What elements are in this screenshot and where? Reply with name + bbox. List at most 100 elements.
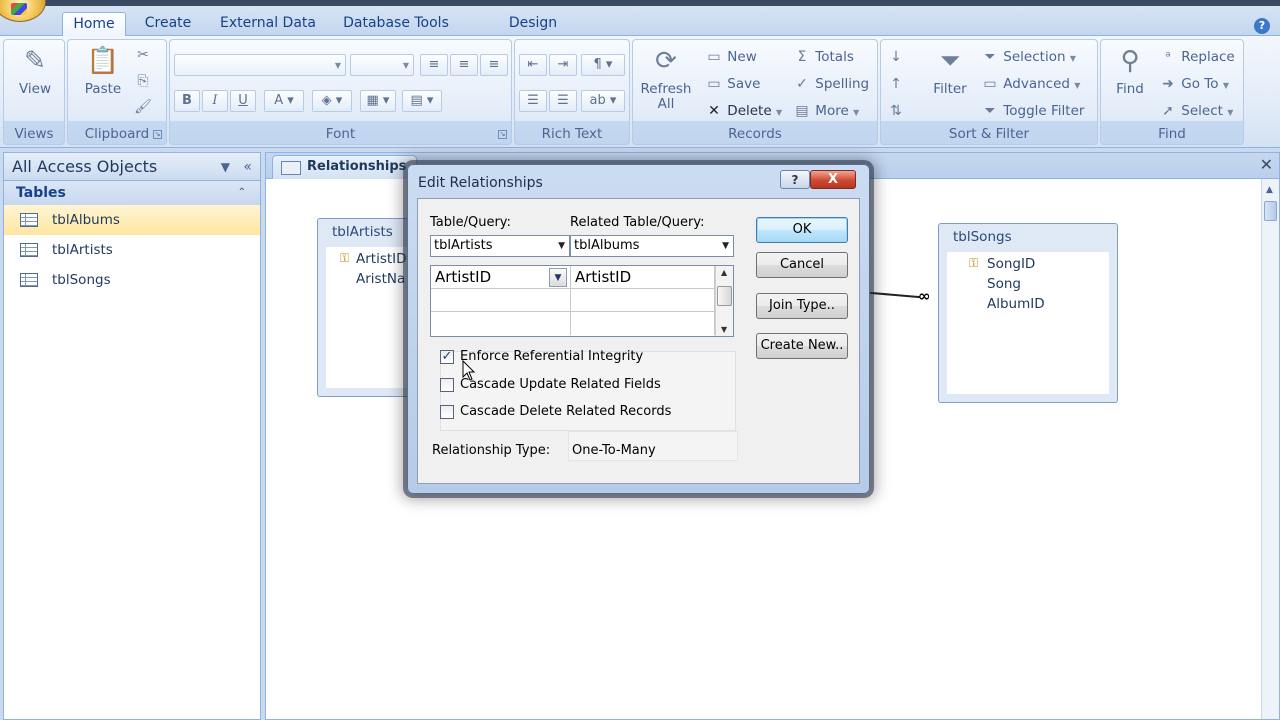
save-record-button[interactable]: ▭ Save [705, 73, 760, 95]
chevron-down-icon[interactable]: ▼ [549, 268, 567, 287]
more-button[interactable]: ▤ More ▼ [793, 100, 859, 122]
find-button[interactable]: ⚲ Find [1105, 44, 1155, 97]
select-button[interactable]: ➚ Select ▼ [1159, 100, 1233, 122]
tab-design[interactable]: Design [500, 12, 566, 36]
advanced-label: Advanced [1003, 76, 1070, 92]
field-item[interactable]: SongID [987, 256, 1035, 272]
checkbox-unchecked-icon[interactable] [440, 405, 454, 419]
font-name-combo[interactable]: ▼ [174, 54, 346, 76]
grid-cell-empty[interactable] [571, 312, 715, 335]
create-new-button[interactable]: Create New.. [756, 333, 848, 359]
grid-scrollbar[interactable]: ▲ ▼ [715, 266, 733, 336]
close-icon[interactable]: ✕ [1260, 155, 1273, 174]
totals-button[interactable]: Σ Totals [793, 46, 854, 68]
nav-collapse-icon[interactable]: « [243, 153, 252, 181]
related-table-query-combo[interactable]: tblAlbums ▼ [570, 235, 734, 257]
relationship-line[interactable] [870, 291, 920, 299]
font-color-button[interactable]: A ▾ [264, 90, 304, 112]
help-icon[interactable]: ? [1254, 18, 1270, 34]
nav-item-tblalbums[interactable]: tblAlbums [4, 205, 260, 235]
tab-relationships[interactable]: Relationships [272, 155, 418, 179]
field-list-body: ⚿ SongID Song AlbumID [947, 252, 1109, 394]
tab-external-data[interactable]: External Data [214, 12, 322, 36]
new-record-button[interactable]: ▭ New [705, 46, 756, 68]
table-query-combo[interactable]: tblArtists ▼ [430, 235, 570, 257]
italic-button[interactable]: I [202, 90, 228, 112]
grid-cell-empty[interactable] [571, 289, 715, 312]
decrease-indent-button[interactable]: ⇤ [519, 54, 547, 76]
nav-item-tblartists[interactable]: tblArtists [4, 235, 260, 265]
nav-dropdown-icon[interactable]: ▼ [221, 153, 230, 181]
tab-create[interactable]: Create [136, 12, 200, 36]
filter-button[interactable]: ⏷ Filter [925, 44, 975, 97]
replace-button[interactable]: ᵃ Replace [1159, 46, 1234, 68]
clear-sort-button[interactable]: ⇅ [887, 100, 905, 122]
tab-database-tools[interactable]: Database Tools [336, 12, 456, 36]
view-button[interactable]: ✎ View [14, 44, 56, 97]
selection-button[interactable]: ⏷ Selection ▼ [981, 46, 1076, 68]
selection-icon: ⏷ [984, 49, 996, 65]
nav-item-tblsongs[interactable]: tblSongs [4, 265, 260, 295]
sort-descending-button[interactable]: ↑ [887, 73, 905, 95]
grid-cell-empty[interactable] [431, 312, 571, 335]
cut-button[interactable]: ✂ [134, 44, 152, 66]
group-label-clipboard: Clipboard [84, 126, 150, 142]
tab-home[interactable]: Home [62, 12, 126, 36]
advanced-button[interactable]: ▭ Advanced ▼ [981, 73, 1080, 95]
nav-group-tables[interactable]: Tables ⌃ [4, 181, 260, 205]
increase-indent-button[interactable]: ⇥ [549, 54, 577, 76]
spelling-label: Spelling [815, 76, 870, 92]
refresh-all-button[interactable]: ⟳ Refresh All [637, 44, 695, 112]
join-type-button[interactable]: Join Type.. [756, 293, 848, 319]
document-scrollbar[interactable]: ▲ [1261, 179, 1279, 719]
nav-pane-header[interactable]: All Access Objects ▼ « [4, 153, 260, 181]
align-center-button[interactable]: ≡ [450, 54, 478, 76]
scroll-thumb[interactable] [1264, 201, 1277, 221]
nav-item-label: tblArtists [52, 242, 113, 258]
delete-record-button[interactable]: ✕ Delete ▼ [705, 100, 782, 122]
font-launcher-icon[interactable]: ↘ [498, 130, 507, 139]
scroll-up-icon[interactable]: ▲ [1266, 185, 1273, 195]
relationship-type-label: Relationship Type: [432, 443, 551, 458]
alternate-fill-button[interactable]: ▤ ▾ [402, 90, 442, 112]
spelling-button[interactable]: ✓ Spelling [793, 73, 869, 95]
font-size-combo[interactable]: ▼ [350, 54, 414, 76]
underline-button[interactable]: U [230, 90, 256, 112]
bold-button[interactable]: B [174, 90, 200, 112]
scroll-up-icon[interactable]: ▲ [721, 268, 727, 277]
ok-button[interactable]: OK [756, 217, 848, 243]
field-item[interactable]: Song [987, 276, 1021, 292]
copy-button[interactable]: ⎘ [134, 70, 152, 92]
grid-cell-empty[interactable] [431, 289, 571, 312]
scroll-thumb[interactable] [717, 286, 732, 306]
format-painter-button[interactable]: 🖌 [134, 96, 152, 118]
field-item[interactable]: ArtistID [356, 251, 407, 267]
field-item[interactable]: AristNa [356, 271, 405, 287]
toggle-filter-icon: ⏷ [984, 103, 996, 119]
scroll-down-icon[interactable]: ▼ [721, 325, 727, 334]
sort-ascending-button[interactable]: ↓ [887, 46, 905, 68]
bullets-button[interactable]: ☰ [549, 90, 577, 112]
dialog-help-button[interactable]: ? [780, 170, 810, 189]
fill-color-button[interactable]: ◈ ▾ [312, 90, 352, 112]
go-to-button[interactable]: ➜ Go To ▼ [1159, 73, 1229, 95]
field-item[interactable]: AlbumID [987, 296, 1045, 312]
chevron-down-icon: ▼ [558, 241, 565, 251]
toggle-filter-button[interactable]: ⏷ Toggle Filter [981, 100, 1084, 122]
dialog-close-button[interactable]: X [810, 170, 856, 189]
paste-button[interactable]: 📋 Paste [82, 44, 124, 97]
checkbox-checked-icon[interactable]: ✓ [440, 350, 454, 364]
gridlines-button[interactable]: ▦ ▾ [360, 90, 396, 112]
decrease-indent-icon: ⇤ [527, 57, 539, 72]
align-left-button[interactable]: ≡ [420, 54, 448, 76]
checkbox-unchecked-icon[interactable] [440, 378, 454, 392]
cancel-button[interactable]: Cancel [756, 252, 848, 278]
ltr-button[interactable]: ¶ ▾ [581, 54, 625, 76]
grid-cell-right[interactable]: ArtistID [571, 266, 715, 289]
align-right-button[interactable]: ≡ [480, 54, 508, 76]
chevron-up-icon[interactable]: ⌃ [238, 181, 246, 205]
field-list-tblsongs[interactable]: tblSongs ⚿ SongID Song AlbumID [938, 223, 1118, 403]
numbering-button[interactable]: ☰ [519, 90, 547, 112]
highlight-button[interactable]: ab ▾ [581, 90, 625, 112]
clipboard-launcher-icon[interactable]: ↘ [153, 130, 162, 139]
